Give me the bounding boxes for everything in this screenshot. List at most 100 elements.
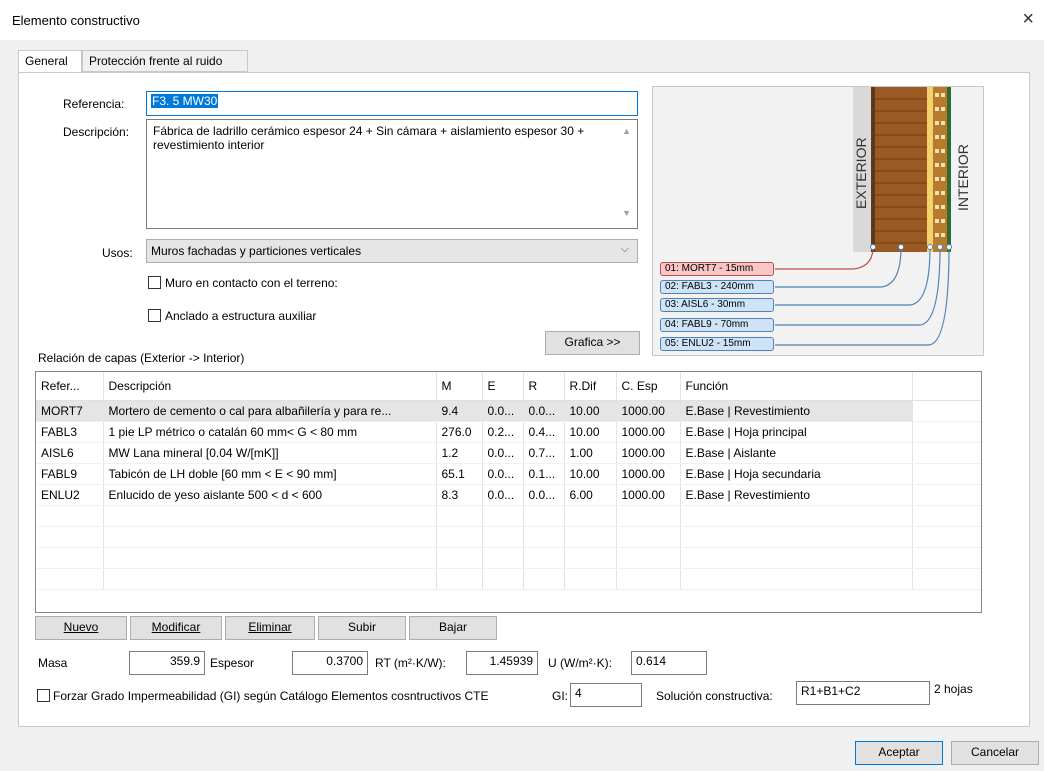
anclado-checkbox[interactable]	[148, 309, 161, 322]
referencia-input[interactable]: F3. 5 MW30	[146, 91, 638, 116]
cell-ref: FABL9	[36, 463, 104, 485]
descripcion-label: Descripción:	[63, 125, 130, 139]
cell-r: 0.4...	[523, 421, 565, 443]
table-row[interactable]: MORT7 Mortero de cemento o cal para albañ…	[36, 400, 981, 422]
cell-rdif: 10.00	[564, 400, 617, 422]
cell-m: 276.0	[436, 421, 483, 443]
espesor-label: Espesor	[210, 656, 255, 670]
close-icon[interactable]: ×	[1022, 8, 1034, 30]
cell-funcion: E.Base | Revestimiento	[680, 400, 913, 422]
cell-cesp: 1000.00	[616, 421, 681, 443]
subir-button[interactable]: Subir	[318, 616, 406, 640]
cell-e: 0.0...	[482, 484, 524, 506]
usos-select[interactable]: Muros fachadas y particiones verticales …	[146, 239, 638, 263]
aceptar-button[interactable]: Aceptar	[855, 741, 943, 765]
exterior-label: EXTERIOR	[853, 137, 869, 209]
solucion-label: Solución constructiva:	[656, 689, 773, 703]
terreno-checkbox[interactable]	[148, 276, 161, 289]
cell-r: 0.0...	[523, 484, 565, 506]
anclado-label: Anclado a estructura auxiliar	[165, 309, 317, 323]
masa-field: 359.9	[129, 651, 205, 675]
empty-row	[36, 526, 981, 548]
forzar-gi-label: Forzar Grado Impermeabilidad (GI) según …	[53, 689, 489, 703]
referencia-value: F3. 5 MW30	[151, 94, 219, 108]
col-header-cesp[interactable]: C. Esp	[616, 372, 681, 401]
cell-funcion: E.Base | Aislante	[680, 442, 913, 464]
gi-field[interactable]: 4	[570, 683, 642, 707]
col-header-e[interactable]: E	[482, 372, 524, 401]
table-header: Refer... Descripción M E R R.Dif C. Esp …	[36, 372, 981, 401]
descripcion-textarea[interactable]: Fábrica de ladrillo cerámico espesor 24 …	[146, 119, 638, 229]
referencia-label: Referencia:	[63, 97, 125, 111]
modificar-button[interactable]: Modificar	[130, 616, 222, 640]
table-row[interactable]: ENLU2 Enlucido de yeso aislante 500 < d <…	[36, 484, 981, 506]
col-header-r[interactable]: R	[523, 372, 565, 401]
hojas-label: 2 hojas	[934, 682, 973, 696]
terreno-label: Muro en contacto con el terreno:	[165, 276, 338, 290]
cancelar-button[interactable]: Cancelar	[951, 741, 1039, 765]
cell-cesp: 1000.00	[616, 484, 681, 506]
chevron-down-icon: ⌵	[620, 243, 629, 255]
cell-funcion: E.Base | Revestimiento	[680, 484, 913, 506]
descripcion-value: Fábrica de ladrillo cerámico espesor 24 …	[153, 124, 585, 152]
cell-rdif: 10.00	[564, 421, 617, 443]
layers-table: Refer... Descripción M E R R.Dif C. Esp …	[35, 371, 982, 613]
cell-ref: ENLU2	[36, 484, 104, 506]
layer-tag-4: 04: FABL9 - 70mm	[660, 318, 774, 332]
layers-diagram: EXTERIOR INTERIOR	[652, 86, 984, 356]
scroll-up-icon[interactable]: ▲	[622, 124, 631, 138]
table-row[interactable]: FABL9 Tabicón de LH doble [60 mm < E < 90…	[36, 463, 981, 485]
layer-tag-2: 02: FABL3 - 240mm	[660, 280, 774, 294]
solucion-field[interactable]: R1+B1+C2	[796, 681, 930, 705]
col-header-funcion[interactable]: Función	[680, 372, 913, 401]
col-header-m[interactable]: M	[436, 372, 483, 401]
usos-value: Muros fachadas y particiones verticales	[151, 244, 362, 258]
cell-ref: FABL3	[36, 421, 104, 443]
cell-ref: AISL6	[36, 442, 104, 464]
forzar-gi-checkbox[interactable]	[37, 689, 50, 702]
table-row[interactable]: AISL6 MW Lana mineral [0.04 W/[mK]] 1.2 0.0…	[36, 442, 981, 464]
window-title: Elemento constructivo	[12, 13, 140, 28]
cell-desc: MW Lana mineral [0.04 W/[mK]]	[103, 442, 437, 464]
nuevo-button[interactable]: Nuevo	[35, 616, 127, 640]
cell-r: 0.1...	[523, 463, 565, 485]
scroll-down-icon[interactable]: ▼	[622, 206, 631, 220]
espesor-field: 0.3700	[292, 651, 368, 675]
eliminar-button[interactable]: Eliminar	[225, 616, 315, 640]
cell-funcion: E.Base | Hoja principal	[680, 421, 913, 443]
cell-e: 0.0...	[482, 442, 524, 464]
cell-e: 0.0...	[482, 400, 524, 422]
wall-section-drawing	[775, 87, 952, 346]
rt-field: 1.45939	[466, 651, 538, 675]
cell-desc: 1 pie LP métrico o catalán 60 mm< G < 80…	[103, 421, 437, 443]
dialog-window: Elemento constructivo × General Protecci…	[0, 0, 1044, 771]
empty-row	[36, 505, 981, 527]
title-bar: Elemento constructivo ×	[0, 0, 1044, 40]
cell-desc: Enlucido de yeso aislante 500 < d < 600	[103, 484, 437, 506]
col-header-referencia[interactable]: Refer...	[36, 372, 104, 401]
col-header-rdif[interactable]: R.Dif	[564, 372, 617, 401]
usos-label: Usos:	[102, 246, 133, 260]
cell-m: 9.4	[436, 400, 483, 422]
col-header-descripcion[interactable]: Descripción	[103, 372, 437, 401]
table-row[interactable]: FABL3 1 pie LP métrico o catalán 60 mm< G…	[36, 421, 981, 443]
cell-m: 8.3	[436, 484, 483, 506]
u-field: 0.614	[631, 651, 707, 675]
layer-tag-5: 05: ENLU2 - 15mm	[660, 337, 774, 351]
layer-tag-3: 03: AISL6 - 30mm	[660, 298, 774, 312]
u-label: U (W/m²·K):	[548, 656, 612, 670]
tab-proteccion-ruido[interactable]: Protección frente al ruido	[82, 50, 248, 72]
empty-row	[36, 547, 981, 569]
cell-rdif: 6.00	[564, 484, 617, 506]
cell-empty	[912, 463, 981, 485]
interior-label: INTERIOR	[955, 144, 971, 211]
cell-desc: Tabicón de LH doble [60 mm < E < 90 mm]	[103, 463, 437, 485]
tab-general[interactable]: General	[18, 50, 82, 73]
cell-empty	[912, 421, 981, 443]
bajar-button[interactable]: Bajar	[409, 616, 497, 640]
grafica-button[interactable]: Grafica >>	[545, 331, 640, 355]
cell-r: 0.7...	[523, 442, 565, 464]
cell-ref: MORT7	[36, 400, 104, 422]
layer-tag-1: 01: MORT7 - 15mm	[660, 262, 774, 276]
cell-funcion: E.Base | Hoja secundaria	[680, 463, 913, 485]
